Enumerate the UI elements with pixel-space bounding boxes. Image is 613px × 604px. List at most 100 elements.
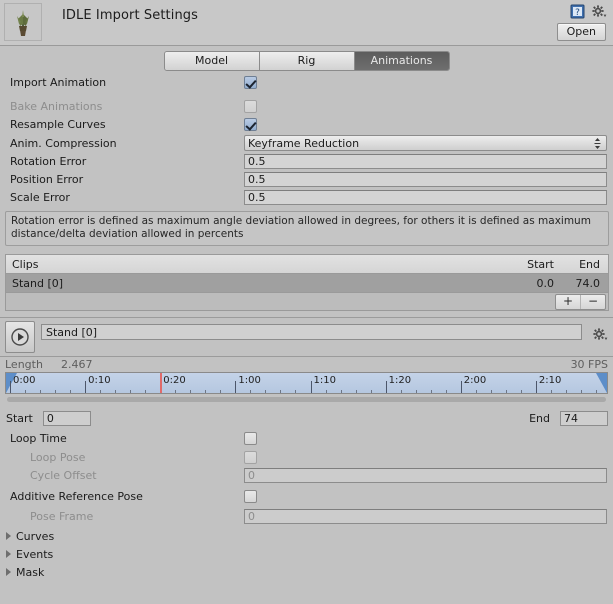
- tab-rig[interactable]: Rig: [259, 51, 355, 70]
- end-input[interactable]: 74: [560, 410, 608, 426]
- foldout-mask[interactable]: Mask: [5, 563, 613, 581]
- ruler-tick-minor: [70, 390, 72, 393]
- remove-clip-button[interactable]: −: [580, 294, 605, 309]
- ruler-tick-minor: [580, 390, 582, 393]
- timeline-range-row: Start 0 End 74: [5, 407, 608, 429]
- foldout-curves-label: Curves: [16, 529, 55, 543]
- preview-gear-dropdown-icon[interactable]: [592, 327, 608, 342]
- checkbox-import-animation[interactable]: [244, 76, 257, 89]
- clip-end: 74.0: [575, 276, 601, 290]
- clip-preview-bar: Stand [0]: [0, 318, 613, 356]
- ruler-tick-minor: [325, 390, 327, 393]
- header-icon-group: ?: [570, 4, 607, 19]
- animation-settings-section: Import Animation Bake Animations Resampl…: [0, 74, 613, 206]
- chevron-right-icon: [6, 568, 11, 576]
- foldout-curves[interactable]: Curves: [5, 527, 613, 545]
- info-help-box: Rotation error is defined as maximum ang…: [5, 211, 609, 246]
- ruler-tick-label: 0:10: [88, 375, 111, 386]
- foldout-events-label: Events: [16, 547, 54, 561]
- ruler-tick-major: [385, 381, 387, 393]
- ruler-tick-minor: [445, 390, 447, 393]
- ruler-tick-minor: [400, 390, 402, 393]
- row-rotation-error: Rotation Error 0.5: [4, 153, 609, 170]
- row-loop-pose: Loop Pose: [4, 449, 609, 466]
- ruler-tick-minor: [595, 390, 597, 393]
- clips-table: Clips Start End Stand [0] 0.0 74.0 + −: [5, 254, 609, 311]
- dropdown-anim-compression[interactable]: Keyframe Reduction: [244, 135, 607, 151]
- checkbox-additive-reference-pose[interactable]: [244, 489, 257, 503]
- row-resample-curves: Resample Curves: [4, 116, 609, 133]
- label-loop-time: Loop Time: [10, 432, 67, 445]
- row-import-animation: Import Animation: [4, 74, 609, 91]
- foldout-events[interactable]: Events: [5, 545, 613, 563]
- ruler-tick-minor: [100, 390, 102, 393]
- model-thumbnail-plant-icon: [5, 4, 41, 40]
- clip-name: Stand [0]: [12, 276, 64, 290]
- table-row[interactable]: Stand [0] 0.0 74.0: [6, 274, 608, 293]
- input-rotation-error[interactable]: 0.5: [244, 154, 607, 169]
- fps-label: 30 FPS: [570, 358, 608, 371]
- inspector-header: IDLE Import Settings ? Open: [0, 0, 613, 46]
- add-clip-button[interactable]: +: [556, 295, 580, 309]
- input-scale-error[interactable]: 0.5: [244, 190, 607, 205]
- label-loop-pose: Loop Pose: [30, 451, 86, 464]
- clip-add-remove-group: + −: [555, 293, 606, 310]
- ruler-tick-major: [235, 381, 237, 393]
- clips-table-footer: + −: [6, 293, 608, 310]
- timeline-info-row: Length 2.467 30 FPS: [5, 357, 608, 372]
- foldout-mask-label: Mask: [16, 565, 45, 579]
- ruler-tick-minor: [55, 390, 57, 393]
- row-additive-reference-pose: Additive Reference Pose: [4, 485, 609, 507]
- start-input[interactable]: 0: [42, 410, 91, 426]
- label-additive-reference-pose: Additive Reference Pose: [10, 489, 143, 503]
- ruler-tick-major: [535, 381, 537, 393]
- ruler-tick-minor: [220, 390, 222, 393]
- play-button[interactable]: [5, 321, 35, 353]
- label-import-animation: Import Animation: [10, 76, 107, 89]
- ruler-tick-minor: [130, 390, 132, 393]
- gear-dropdown-icon[interactable]: [591, 4, 607, 19]
- ruler-tick-minor: [205, 390, 207, 393]
- ruler-tick-major: [310, 381, 312, 393]
- row-cycle-offset: Cycle Offset 0: [4, 467, 609, 484]
- ruler-tick-major: [460, 381, 462, 393]
- checkbox-resample-curves[interactable]: [244, 118, 257, 131]
- timeline-section: Length 2.467 30 FPS 0:00 0:10 0:20 1:00 1:10 1…: [0, 357, 613, 429]
- ruler-tick-label: 0:00: [13, 375, 36, 386]
- chevron-updown-icon: [594, 138, 601, 149]
- row-anim-compression: Anim. Compression Keyframe Reduction: [4, 134, 609, 152]
- ruler-tick-minor: [355, 390, 357, 393]
- column-header-start: Start: [527, 257, 554, 271]
- label-cycle-offset: Cycle Offset: [30, 469, 97, 482]
- help-book-icon[interactable]: ?: [570, 4, 585, 19]
- ruler-tick-minor: [340, 390, 342, 393]
- row-scale-error: Scale Error 0.5: [4, 189, 609, 206]
- tab-animations[interactable]: Animations: [354, 51, 449, 70]
- ruler-tick-label: 2:10: [538, 375, 562, 386]
- ruler-tick-minor: [145, 390, 147, 393]
- ruler-tick-minor: [175, 390, 177, 393]
- checkbox-loop-time[interactable]: [244, 432, 257, 445]
- timeline-playhead[interactable]: [160, 373, 163, 393]
- model-thumbnail[interactable]: [4, 3, 42, 41]
- range-handle-end[interactable]: [596, 373, 607, 393]
- row-pose-frame: Pose Frame 0: [4, 508, 609, 525]
- row-loop-time: Loop Time: [4, 429, 609, 448]
- open-button[interactable]: Open: [556, 23, 606, 41]
- clip-name-field[interactable]: Stand [0]: [41, 324, 582, 340]
- tab-model[interactable]: Model: [164, 51, 260, 70]
- label-bake-animations: Bake Animations: [10, 100, 103, 113]
- column-header-clips: Clips: [12, 257, 39, 271]
- timeline-ruler[interactable]: 0:00 0:10 0:20 1:00 1:10 1:20 2:00 2:10: [5, 372, 608, 394]
- timeline-horizontal-scrollbar[interactable]: [7, 397, 606, 402]
- input-cycle-offset: 0: [244, 468, 607, 483]
- label-resample-curves: Resample Curves: [10, 118, 106, 131]
- page-title: IDLE Import Settings: [62, 8, 199, 23]
- ruler-tick-minor: [40, 390, 42, 393]
- input-position-error[interactable]: 0.5: [244, 172, 607, 187]
- ruler-tick-minor: [550, 390, 552, 393]
- play-icon: [11, 328, 29, 346]
- column-header-end: End: [579, 257, 600, 271]
- label-scale-error: Scale Error: [10, 191, 70, 204]
- label-anim-compression: Anim. Compression: [10, 136, 117, 150]
